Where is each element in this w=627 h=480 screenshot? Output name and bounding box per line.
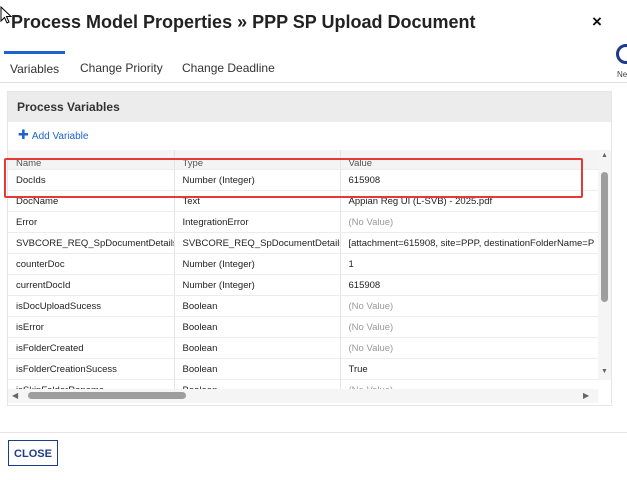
plus-icon: ✚ (18, 127, 29, 142)
cell-value: [attachment=615908, site=PPP, destinatio… (340, 232, 598, 254)
cell-name: isFolderCreationSucess (8, 358, 175, 380)
cell-value: (No Value) (340, 316, 598, 338)
cell-type: Number (Integer) (174, 169, 341, 191)
cell-name: isFolderCreated (8, 337, 175, 359)
cell-name: isSkipFolderRename (8, 379, 175, 389)
cell-value: 615908 (340, 274, 598, 296)
cell-value: (No Value) (340, 337, 598, 359)
scroll-right-arrow-icon[interactable]: ▶ (583, 391, 589, 400)
scroll-down-arrow-icon[interactable]: ▼ (601, 368, 608, 375)
column-header-value[interactable]: Value (340, 150, 598, 170)
column-header-type[interactable]: Type (174, 150, 341, 170)
cell-value: (No Value) (340, 211, 598, 233)
footer-divider (0, 432, 627, 433)
add-variable-label: Add Variable (31, 131, 89, 142)
variables-grid: Name Type Value DocIds Number (Integer) 61… (8, 150, 598, 389)
cell-type: Boolean (174, 316, 341, 338)
process-variables-panel: Process Variables ✚ Add Variable Name Typ… (7, 91, 612, 406)
cell-type: Boolean (174, 337, 341, 359)
table-row[interactable]: isError Boolean (No Value) (8, 316, 598, 338)
horizontal-scrollbar[interactable]: ◀ ▶ (8, 389, 598, 403)
tab-change-priority[interactable]: Change Priority (80, 54, 163, 82)
panel-header: Process Variables (8, 92, 611, 122)
dialog-title: Process Model Properties » PPP SP Upload… (11, 12, 476, 32)
horizontal-scroll-thumb[interactable] (28, 392, 186, 399)
cell-type: SVBCORE_REQ_SpDocumentDetails (174, 232, 341, 254)
table-row[interactable]: counterDoc Number (Integer) 1 (8, 253, 598, 275)
cell-name: isError (8, 316, 175, 338)
add-variable-button[interactable]: ✚ Add Variable (18, 128, 88, 144)
column-header-name[interactable]: Name (8, 150, 175, 170)
cell-name: counterDoc (8, 253, 175, 275)
cell-value: Appian Reg UI (L-SVB) - 2025.pdf (340, 190, 598, 212)
cell-value: 1 (340, 253, 598, 275)
table-row[interactable]: DocName Text Appian Reg UI (L-SVB) - 2025.… (8, 190, 598, 212)
tab-variables[interactable]: Variables (4, 51, 66, 82)
table-row[interactable]: Error IntegrationError (No Value) (8, 211, 598, 233)
tab-change-deadline[interactable]: Change Deadline (182, 54, 275, 82)
variables-table: Name Type Value DocIds Number (Integer) 61… (8, 150, 598, 389)
vertical-scrollbar[interactable]: ▲ ▼ (598, 150, 611, 380)
cell-type: Boolean (174, 358, 341, 380)
table-row[interactable]: isFolderCreationSucess Boolean True (8, 358, 598, 380)
cell-type: Text (174, 190, 341, 212)
table-row[interactable]: SVBCORE_REQ_SpDocumentDetails SVBCORE_REQ… (8, 232, 598, 254)
scroll-left-arrow-icon[interactable]: ◀ (12, 391, 18, 400)
table-header-row: Name Type Value (8, 150, 598, 170)
table-row[interactable]: isDocUploadSucess Boolean (No Value) (8, 295, 598, 317)
cell-value: 615908 (340, 169, 598, 191)
cell-value: (No Value) (340, 295, 598, 317)
table-row[interactable]: isSkipFolderRenameBoolean(No Value) (8, 379, 598, 389)
close-button[interactable]: CLOSE (8, 440, 58, 466)
cell-name: DocName (8, 190, 175, 212)
tab-bar: Variables Change Priority Change Deadlin… (0, 51, 627, 83)
table-row[interactable]: isFolderCreated Boolean (No Value) (8, 337, 598, 359)
cell-name: isDocUploadSucess (8, 295, 175, 317)
cell-type: Boolean (174, 295, 341, 317)
cell-value: (No Value) (340, 379, 598, 389)
table-row[interactable]: currentDocId Number (Integer) 615908 (8, 274, 598, 296)
cell-type: Boolean (174, 379, 341, 389)
cell-name: Error (8, 211, 175, 233)
cell-name: DocIds (8, 169, 175, 191)
cell-type: Number (Integer) (174, 253, 341, 275)
scroll-up-arrow-icon[interactable]: ▲ (601, 152, 608, 159)
cell-type: Number (Integer) (174, 274, 341, 296)
cell-type: IntegrationError (174, 211, 341, 233)
cell-name: currentDocId (8, 274, 175, 296)
close-icon[interactable]: × (588, 12, 606, 32)
table-row[interactable]: DocIds Number (Integer) 615908 (8, 169, 598, 191)
vertical-scroll-thumb[interactable] (601, 172, 608, 302)
cell-name: SVBCORE_REQ_SpDocumentDetails (8, 232, 175, 254)
cell-value: True (340, 358, 598, 380)
